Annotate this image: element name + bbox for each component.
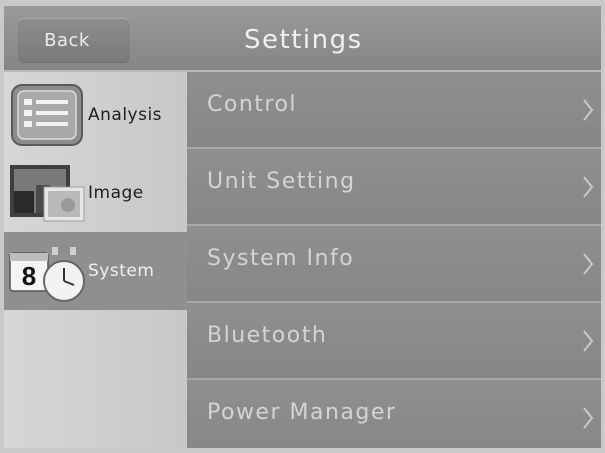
list-item-power-manager[interactable]: Power Manager [187, 380, 601, 448]
chevron-right-icon [583, 253, 594, 275]
list-item-label: Bluetooth [207, 323, 328, 348]
list-item-label: System Info [207, 246, 355, 271]
header-bar: Back Settings [4, 6, 601, 72]
settings-list: Control Unit Setting System Info Bluetoo… [187, 72, 601, 448]
chevron-right-icon [583, 176, 594, 198]
calendar-day-number: 8 [22, 261, 36, 291]
sidebar: Analysis Image 8 System [4, 72, 187, 448]
chevron-right-icon [583, 99, 594, 121]
device-screen: Back Settings Analysis Image 8 System Co… [4, 6, 601, 448]
list-item-unit-setting[interactable]: Unit Setting [187, 149, 601, 226]
image-gallery-icon [8, 161, 86, 225]
back-button-label: Back [44, 29, 90, 51]
sidebar-item-label: System [88, 261, 155, 281]
list-item-label: Unit Setting [207, 169, 356, 194]
chevron-right-icon [583, 407, 594, 429]
list-item-system-info[interactable]: System Info [187, 226, 601, 303]
sidebar-item-image[interactable]: Image [4, 154, 187, 232]
analysis-list-icon [8, 83, 86, 147]
sidebar-item-label: Analysis [88, 105, 163, 125]
list-item-label: Power Manager [207, 400, 397, 425]
back-button[interactable]: Back [18, 18, 130, 62]
page-title: Settings [244, 25, 363, 55]
calendar-clock-icon: 8 [8, 239, 86, 303]
list-item-control[interactable]: Control [187, 72, 601, 149]
list-item-label: Control [207, 92, 298, 117]
list-item-bluetooth[interactable]: Bluetooth [187, 303, 601, 380]
sidebar-item-label: Image [88, 183, 144, 203]
sidebar-item-analysis[interactable]: Analysis [4, 76, 187, 154]
sidebar-item-system[interactable]: 8 System [4, 232, 187, 310]
chevron-right-icon [583, 330, 594, 352]
